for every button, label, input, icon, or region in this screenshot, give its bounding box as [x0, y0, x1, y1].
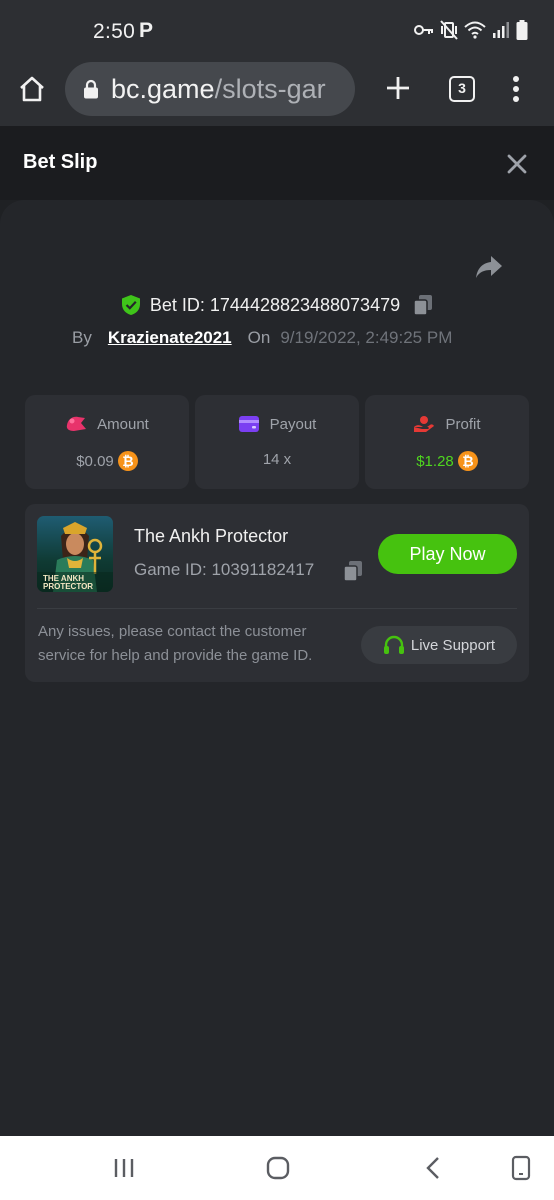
profit-card: Profit $1.28 ₿ [365, 395, 529, 489]
amount-card: Amount $0.09 ₿ [25, 395, 189, 489]
home-nav-icon[interactable] [266, 1156, 290, 1180]
game-thumbnail-art: THE ANKH PROTECTOR [37, 516, 113, 592]
close-icon[interactable] [505, 152, 529, 176]
notification-p-icon: P [139, 19, 154, 42]
stats-row: Amount $0.09 ₿ Payout 14 x Profit $1.28 … [25, 395, 529, 489]
page-title: Bet Slip [23, 151, 98, 173]
battery-icon [516, 20, 528, 40]
bet-date: 9/19/2022, 2:49:25 PM [280, 328, 453, 347]
system-nav-bar [0, 1136, 554, 1200]
signal-icon [493, 22, 509, 38]
url-path: /slots-gar [214, 73, 326, 104]
headphones-icon [383, 635, 404, 654]
by-label: By [72, 328, 92, 347]
profit-label: Profit [445, 415, 481, 433]
svg-text:₿: ₿ [462, 454, 473, 470]
thumbnail-title-line2: PROTECTOR [43, 582, 93, 591]
copy-icon[interactable] [413, 294, 433, 316]
url-text: bc.game/slots-gar [111, 74, 326, 105]
rotate-screen-icon[interactable] [511, 1155, 531, 1181]
amount-label: Amount [97, 415, 149, 433]
tab-switcher-button[interactable]: 3 [449, 76, 475, 102]
bet-slip-header: Bet Slip [0, 126, 554, 200]
plus-icon[interactable] [384, 74, 412, 102]
bet-meta-row: By Krazienate2021 On 9/19/2022, 2:49:25 … [72, 326, 452, 350]
shield-check-icon [121, 295, 140, 315]
live-support-button[interactable]: Live Support [361, 626, 517, 664]
url-bar[interactable]: bc.game/slots-gar [65, 62, 355, 116]
support-message: Any issues, please contact the customer … [38, 623, 313, 664]
bitcoin-icon: ₿ [457, 451, 478, 471]
profit-value: $1.28 [416, 452, 454, 470]
amount-value: $0.09 [76, 452, 114, 470]
play-now-button[interactable]: Play Now [378, 534, 517, 574]
status-time: 2:50 [93, 20, 136, 43]
back-icon[interactable] [425, 1156, 441, 1180]
home-icon[interactable] [17, 74, 47, 104]
status-icons [414, 20, 528, 40]
recent-apps-icon[interactable] [113, 1158, 135, 1178]
bet-slip-panel: Bet ID: 1744428823488073479 By Krazienat… [0, 200, 554, 1136]
lock-icon [84, 79, 98, 99]
status-bar: 2:50 P [0, 0, 554, 62]
share-icon[interactable] [475, 254, 503, 280]
copy-icon[interactable] [343, 560, 363, 582]
game-thumbnail[interactable]: THE ANKH PROTECTOR [37, 516, 113, 592]
on-label: On [247, 328, 271, 347]
profit-hand-icon [414, 416, 435, 432]
payout-card: Payout 14 x [195, 395, 359, 489]
wifi-icon [464, 21, 486, 39]
wallet-icon [238, 416, 259, 432]
bet-id: Bet ID: 1744428823488073479 [149, 294, 401, 315]
more-vert-icon[interactable] [510, 75, 522, 103]
bitcoin-icon: ₿ [117, 451, 138, 471]
game-title[interactable]: The Ankh Protector [134, 526, 288, 547]
live-support-label: Live Support [410, 636, 496, 654]
svg-text:₿: ₿ [122, 454, 133, 470]
url-domain: bc.game [111, 73, 215, 104]
game-id: Game ID: 10391182417 [134, 560, 315, 579]
amount-icon [66, 416, 87, 431]
payout-value: 14 x [262, 451, 292, 468]
username-link[interactable]: Krazienate2021 [108, 328, 232, 348]
browser-toolbar: bc.game/slots-gar 3 [0, 62, 554, 126]
bet-id-row: Bet ID: 1744428823488073479 [0, 292, 554, 318]
game-card: THE ANKH PROTECTOR The Ankh Protector Ga… [25, 504, 529, 682]
key-icon [414, 25, 433, 35]
vibrate-mute-icon [440, 20, 458, 40]
divider [37, 608, 517, 609]
payout-label: Payout [269, 415, 317, 433]
